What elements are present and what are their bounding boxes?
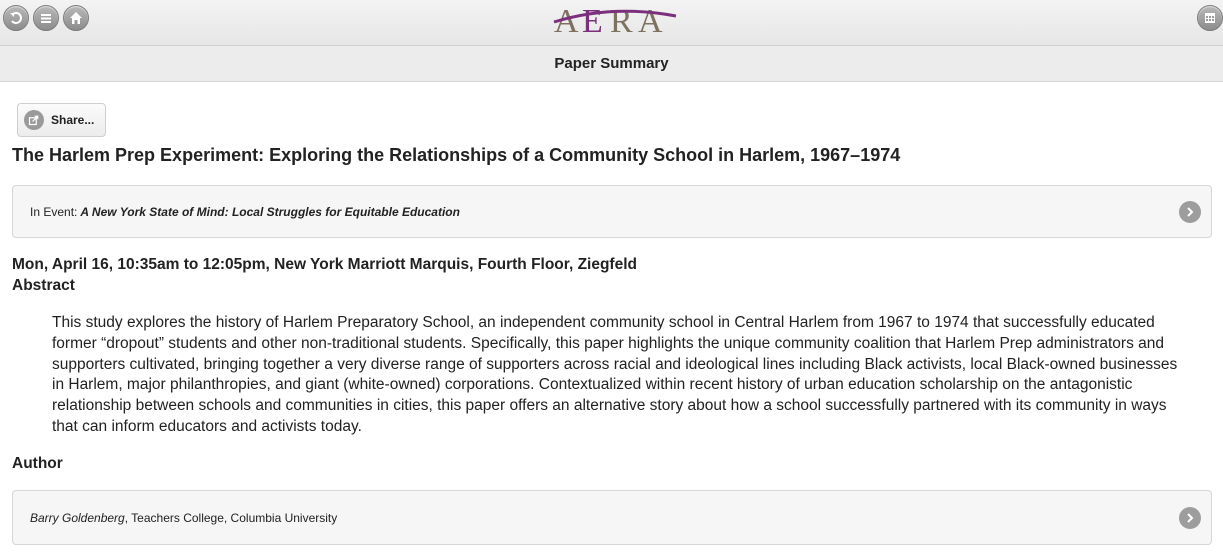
abstract-text: This study explores the history of Harle…: [52, 314, 1178, 435]
home-button[interactable]: [63, 5, 89, 31]
back-button[interactable]: [3, 5, 29, 31]
calendar-icon: [1205, 13, 1215, 23]
calendar-button[interactable]: [1197, 5, 1223, 31]
chevron-right-icon: [1179, 200, 1201, 223]
event-link[interactable]: In Event: A New York State of Mind: Loca…: [12, 185, 1212, 238]
svg-text:R: R: [610, 3, 633, 40]
svg-text:E: E: [582, 3, 602, 40]
session-datetime-location: Mon, April 16, 10:35am to 12:05pm, New Y…: [12, 256, 637, 273]
author-link[interactable]: Barry Goldenberg , Teachers College, Col…: [12, 490, 1212, 545]
top-toolbar: A E R A: [0, 0, 1223, 46]
menu-button[interactable]: [33, 5, 59, 31]
home-icon: [70, 12, 82, 24]
event-name: A New York State of Mind: Local Struggle…: [80, 204, 460, 219]
page-header: Paper Summary: [0, 46, 1223, 82]
back-icon: [10, 12, 22, 24]
abstract-heading: Abstract: [12, 277, 75, 294]
paper-title: The Harlem Prep Experiment: Exploring th…: [12, 145, 901, 165]
share-label: Share...: [51, 113, 95, 127]
share-icon: [24, 110, 44, 130]
chevron-right-icon: [1179, 506, 1201, 529]
page-title: Paper Summary: [554, 55, 669, 72]
event-prefix: In Event:: [30, 204, 78, 219]
menu-icon: [41, 14, 51, 23]
author-heading: Author: [12, 455, 63, 472]
author-affiliation: , Teachers College, Columbia University: [124, 510, 338, 525]
author-name: Barry Goldenberg: [30, 510, 125, 525]
aera-logo: A E R A: [553, 3, 677, 40]
svg-text:A: A: [638, 3, 663, 40]
share-button[interactable]: Share...: [17, 103, 106, 137]
